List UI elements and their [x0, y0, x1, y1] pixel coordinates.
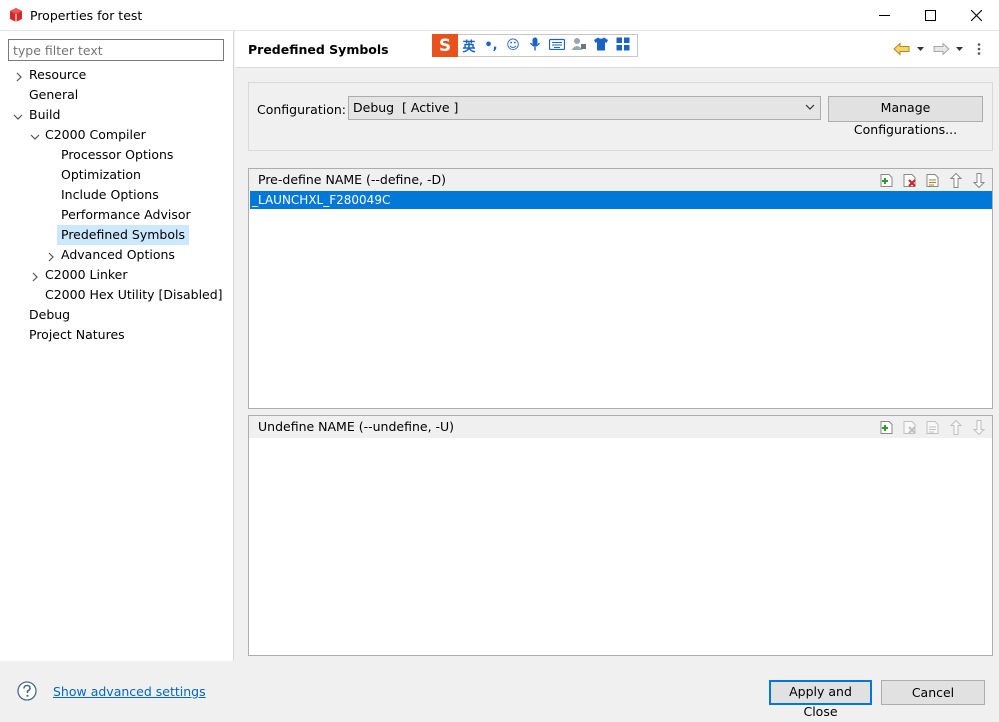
manage-configurations-button[interactable]: Manage Configurations...	[828, 96, 983, 137]
edit-icon[interactable]	[924, 419, 942, 436]
filter-input[interactable]	[8, 39, 224, 61]
edit-icon[interactable]	[924, 172, 942, 189]
forward-menu-icon[interactable]	[955, 42, 964, 56]
close-button[interactable]	[953, 0, 999, 31]
undefine-panel: Undefine NAME (--undefine, -U)	[248, 415, 993, 656]
undefine-header: Undefine NAME (--undefine, -U)	[249, 416, 992, 438]
move-down-icon[interactable]	[970, 172, 988, 189]
back-arrow-icon[interactable]	[893, 42, 911, 56]
tree-item-predefined-symbols[interactable]: Predefined Symbols	[57, 225, 189, 245]
maximize-icon	[924, 10, 936, 21]
maximize-button[interactable]	[907, 0, 953, 31]
sogou-logo-icon[interactable]: S	[432, 34, 458, 57]
configuration-group: Configuration: Debug [ Active ] Manage C…	[248, 82, 993, 151]
chevron-down-icon[interactable]	[13, 112, 23, 122]
emoji-icon[interactable]: ☺	[502, 38, 524, 53]
tree-item-debug[interactable]: Debug	[29, 305, 70, 325]
shirt-icon[interactable]	[590, 37, 612, 55]
tree-item-c2000-hex-utility[interactable]: C2000 Hex Utility [Disabled]	[45, 285, 223, 305]
tree-item-project-natures[interactable]: Project Natures	[29, 325, 125, 345]
keyboard-icon[interactable]	[546, 38, 568, 54]
move-down-icon[interactable]	[970, 419, 988, 436]
tree-item-build[interactable]: Build	[29, 105, 60, 125]
language-toggle[interactable]: 英	[458, 36, 480, 55]
tree-item-processor-options[interactable]: Processor Options	[61, 145, 173, 165]
tree-item-general[interactable]: General	[29, 85, 78, 105]
view-menu-icon[interactable]	[976, 42, 982, 56]
project-properties-icon	[10, 8, 22, 22]
delete-icon[interactable]	[901, 172, 919, 189]
predefine-panel: Pre-define NAME (--define, -D) _LAUNCHXL…	[248, 168, 993, 409]
predefine-header-label: Pre-define NAME (--define, -D)	[258, 172, 446, 187]
close-icon	[970, 10, 982, 21]
predefine-toolbar	[878, 172, 988, 189]
chevron-right-icon[interactable]	[46, 252, 56, 262]
add-icon[interactable]	[878, 172, 896, 189]
configuration-select[interactable]: Debug [ Active ]	[348, 96, 821, 120]
mic-icon[interactable]	[524, 37, 546, 55]
tree-item-performance-advisor[interactable]: Performance Advisor	[61, 205, 191, 225]
chevron-down-icon	[805, 104, 815, 110]
cancel-button[interactable]: Cancel	[881, 680, 985, 705]
minimize-button[interactable]	[861, 0, 907, 31]
minimize-icon	[878, 15, 890, 16]
chevron-right-icon[interactable]	[30, 272, 40, 282]
tree-item-c2000-linker[interactable]: C2000 Linker	[45, 265, 128, 285]
forward-arrow-icon[interactable]	[932, 42, 950, 56]
apply-and-close-button[interactable]: Apply and Close	[769, 680, 872, 719]
window-title: Properties for test	[30, 8, 143, 23]
grid-icon[interactable]	[612, 37, 634, 55]
configuration-value: Debug [ Active ]	[353, 100, 459, 115]
user-icon[interactable]	[568, 37, 590, 55]
undefine-header-label: Undefine NAME (--undefine, -U)	[258, 419, 455, 434]
predefine-header: Pre-define NAME (--define, -D)	[249, 169, 992, 191]
property-tree-panel: Resource General Build C2000 Compiler Pr…	[0, 31, 234, 661]
dialog-button-bar: Show advanced settings Apply and Close C…	[0, 661, 999, 721]
delete-icon[interactable]	[901, 419, 919, 436]
add-icon[interactable]	[878, 419, 896, 436]
chevron-down-icon[interactable]	[30, 132, 40, 142]
title-bar: Properties for test	[0, 0, 999, 31]
help-icon[interactable]	[17, 681, 37, 701]
tree-item-include-options[interactable]: Include Options	[61, 185, 159, 205]
page-header: Predefined Symbols S 英 •, ☺	[235, 31, 999, 68]
chevron-right-icon[interactable]	[14, 72, 24, 82]
ime-toolbar: S 英 •, ☺	[432, 34, 638, 57]
tree-item-c2000-compiler[interactable]: C2000 Compiler	[45, 125, 146, 145]
punctuation-toggle[interactable]: •,	[480, 38, 502, 53]
predefine-row[interactable]: _LAUNCHXL_F280049C	[250, 191, 992, 209]
tree-item-advanced-options[interactable]: Advanced Options	[61, 245, 175, 265]
page-title: Predefined Symbols	[248, 42, 389, 57]
move-up-icon[interactable]	[947, 419, 965, 436]
configuration-label: Configuration:	[257, 102, 346, 117]
show-advanced-settings-link[interactable]: Show advanced settings	[53, 684, 206, 699]
back-menu-icon[interactable]	[916, 42, 925, 56]
tree-item-optimization[interactable]: Optimization	[61, 165, 141, 185]
move-up-icon[interactable]	[947, 172, 965, 189]
tree-item-resource[interactable]: Resource	[29, 65, 86, 85]
undefine-toolbar	[878, 419, 988, 436]
